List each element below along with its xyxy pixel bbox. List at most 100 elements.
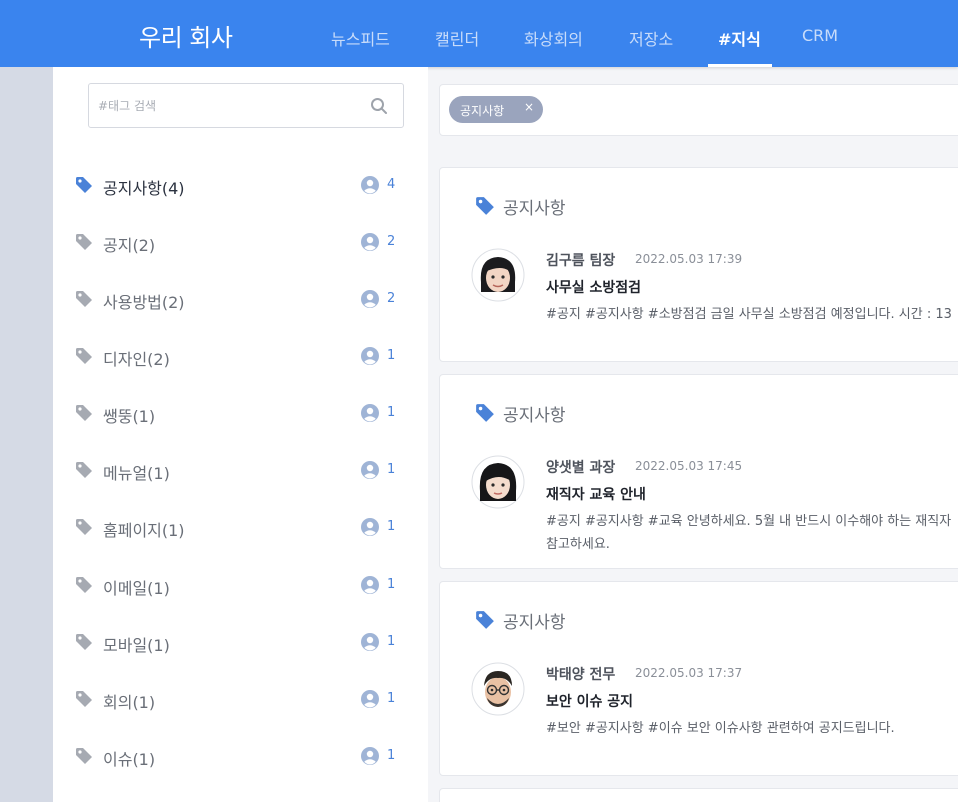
post-author[interactable]: 양샛별 과장 <box>546 457 615 477</box>
tag-user-count: 1 <box>387 519 396 534</box>
post-card[interactable]: 공지사항 양샛별 과장 2022.05.03 17:45 재직자 교육 안내 #… <box>439 374 958 569</box>
tag-label: 메뉴얼(1) <box>103 464 170 483</box>
tag-item-email[interactable]: 이메일(1) 1 <box>75 573 405 603</box>
user-icon <box>361 233 379 251</box>
post-tag-label[interactable]: 공지사항 <box>503 401 566 426</box>
tag-icon <box>476 611 494 629</box>
tag-item-manual[interactable]: 메뉴얼(1) 1 <box>75 458 405 488</box>
nav-knowledge[interactable]: #지식 <box>718 26 761 50</box>
close-icon[interactable]: × <box>524 100 534 114</box>
tag-item-gongji[interactable]: 공지(2) 2 <box>75 230 405 260</box>
tag-item-mobile[interactable]: 모바일(1) 1 <box>75 630 405 660</box>
tag-user-count: 1 <box>387 348 396 363</box>
user-icon <box>361 176 379 194</box>
filter-chip-label: 공지사항 <box>460 104 505 118</box>
post-title[interactable]: 보안 이슈 공지 <box>546 691 633 711</box>
nav-storage[interactable]: 저장소 <box>629 26 673 50</box>
tag-item-ssaengttung[interactable]: 쌩뚱(1) 1 <box>75 401 405 431</box>
active-nav-indicator <box>708 64 772 67</box>
tag-icon <box>76 291 92 307</box>
post-author[interactable]: 박태양 전무 <box>546 664 615 684</box>
tag-item-design[interactable]: 디자인(2) 1 <box>75 344 405 374</box>
tag-user-count: 2 <box>387 291 396 306</box>
tag-user-count: 1 <box>387 577 396 592</box>
post-body: #보안 #공지사항 #이슈 보안 이슈사항 관련하여 공지드립니다. <box>546 717 958 740</box>
tag-icon <box>76 519 92 535</box>
tag-label: 회의(1) <box>103 693 156 712</box>
post-card[interactable]: 공지사항 김구름 팀장 2022.05.03 17:39 사무실 소방점검 #공… <box>439 167 958 362</box>
tag-icon <box>76 462 92 478</box>
author-avatar <box>471 662 525 716</box>
post-title[interactable]: 사무실 소방점검 <box>546 277 641 297</box>
post-tag-label[interactable]: 공지사항 <box>503 194 566 219</box>
tag-search-box <box>88 83 404 128</box>
post-card[interactable]: 공지사항 박태양 전무 2022.05.03 17:37 보안 이슈 공지 #보… <box>439 581 958 776</box>
post-body: #공지 #공지사항 #교육 안녕하세요. 5월 내 반드시 이수해야 하는 재직… <box>546 510 958 556</box>
tag-icon <box>76 691 92 707</box>
tag-icon <box>76 634 92 650</box>
tag-item-usage[interactable]: 사용방법(2) 2 <box>75 287 405 317</box>
tag-search-input[interactable] <box>98 96 353 116</box>
tag-label: 사용방법(2) <box>103 293 185 312</box>
tag-item-meeting[interactable]: 회의(1) 1 <box>75 687 405 717</box>
filter-chip[interactable]: 공지사항 × <box>449 96 543 123</box>
nav-video-meeting[interactable]: 화상회의 <box>524 26 583 50</box>
tag-icon <box>76 177 92 193</box>
user-icon <box>361 290 379 308</box>
post-timestamp: 2022.05.03 17:39 <box>635 252 743 266</box>
tag-label: 공지사항(4) <box>103 179 185 198</box>
post-card[interactable] <box>439 788 958 802</box>
tag-icon <box>76 348 92 364</box>
nav-crm[interactable]: CRM <box>802 26 838 45</box>
user-icon <box>361 633 379 651</box>
user-icon <box>361 518 379 536</box>
post-body-line: #공지 #공지사항 #소방점검 금일 사무실 소방점검 예정입니다. 시간 : … <box>546 307 952 322</box>
tag-item-homepage[interactable]: 홈페이지(1) 1 <box>75 515 405 545</box>
post-body-line: #공지 #공지사항 #교육 안녕하세요. 5월 내 반드시 이수해야 하는 재직… <box>546 514 952 529</box>
tag-item-notice[interactable]: 공지사항(4) 4 <box>75 173 405 203</box>
tag-label: 디자인(2) <box>103 350 170 369</box>
tag-icon <box>76 234 92 250</box>
post-tag-label[interactable]: 공지사항 <box>503 608 566 633</box>
tag-user-count: 4 <box>387 177 396 192</box>
tag-label: 공지(2) <box>103 236 156 255</box>
tag-user-count: 1 <box>387 748 396 763</box>
post-body: #공지 #공지사항 #소방점검 금일 사무실 소방점검 예정입니다. 시간 : … <box>546 303 958 326</box>
tag-user-count: 1 <box>387 634 396 649</box>
post-title[interactable]: 재직자 교육 안내 <box>546 484 646 504</box>
tag-label: 이메일(1) <box>103 579 170 598</box>
tag-user-count: 1 <box>387 405 396 420</box>
post-body-line: 참고하세요. <box>546 537 610 552</box>
company-logo-text[interactable]: 우리 회사 <box>139 18 233 53</box>
top-navigation-bar: 우리 회사 뉴스피드 캘린더 화상회의 저장소 #지식 CRM <box>0 0 958 67</box>
user-icon <box>361 576 379 594</box>
user-icon <box>361 690 379 708</box>
tag-icon <box>76 405 92 421</box>
tag-label: 홈페이지(1) <box>103 521 185 540</box>
post-body-line: #보안 #공지사항 #이슈 보안 이슈사항 관련하여 공지드립니다. <box>546 721 895 736</box>
tag-icon <box>476 404 494 422</box>
tag-user-count: 2 <box>387 234 396 249</box>
user-icon <box>361 347 379 365</box>
post-author[interactable]: 김구름 팀장 <box>546 250 615 270</box>
tag-label: 모바일(1) <box>103 636 170 655</box>
user-icon <box>361 461 379 479</box>
nav-calendar[interactable]: 캘린더 <box>435 26 479 50</box>
tag-label: 이슈(1) <box>103 750 156 769</box>
tag-user-count: 1 <box>387 691 396 706</box>
author-avatar <box>471 455 525 509</box>
tag-label: 쌩뚱(1) <box>103 407 156 426</box>
left-gutter <box>0 67 53 802</box>
tag-icon <box>76 748 92 764</box>
tag-icon <box>476 197 494 215</box>
search-icon[interactable] <box>370 97 388 115</box>
tag-icon <box>76 577 92 593</box>
user-icon <box>361 404 379 422</box>
author-avatar <box>471 248 525 302</box>
tag-item-issue[interactable]: 이슈(1) 1 <box>75 744 405 774</box>
post-timestamp: 2022.05.03 17:45 <box>635 459 743 473</box>
nav-newsfeed[interactable]: 뉴스피드 <box>331 26 390 50</box>
post-timestamp: 2022.05.03 17:37 <box>635 666 743 680</box>
tag-user-count: 1 <box>387 462 396 477</box>
user-icon <box>361 747 379 765</box>
